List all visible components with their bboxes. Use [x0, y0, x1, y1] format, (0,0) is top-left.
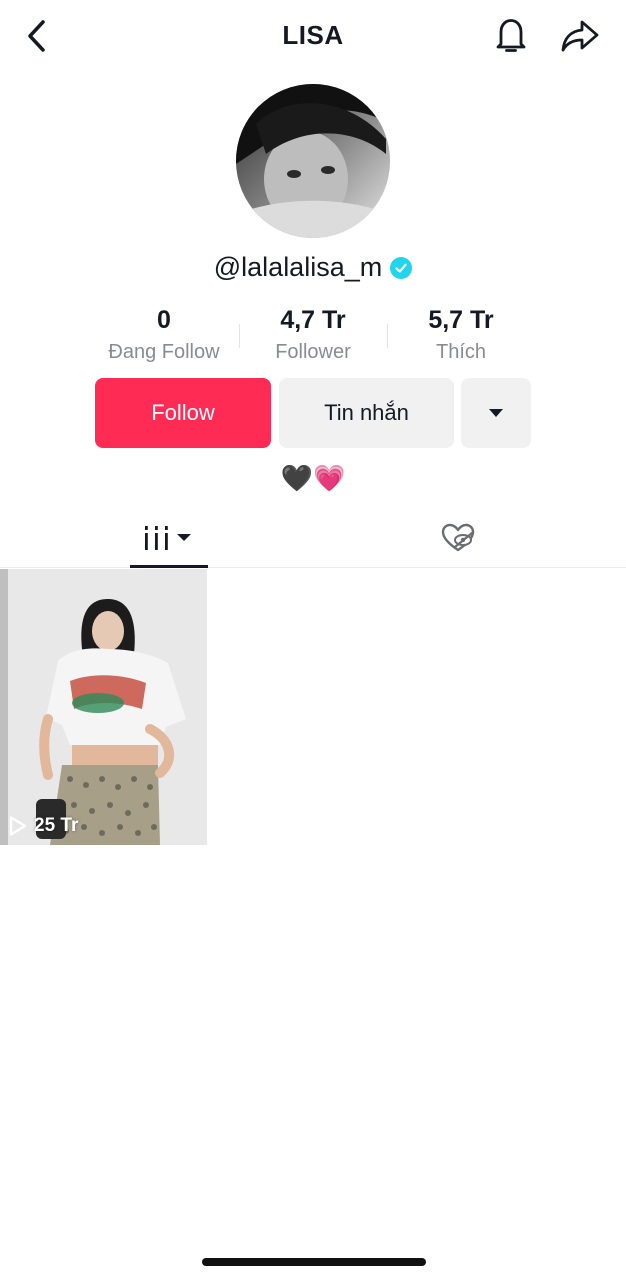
grid-bars-icon: [145, 526, 191, 550]
more-options-button[interactable]: [461, 378, 531, 448]
bio: 🖤💗: [0, 463, 626, 494]
message-button[interactable]: Tin nhắn: [279, 378, 454, 448]
notification-button[interactable]: [490, 14, 532, 56]
black-heart-emoji: 🖤: [280, 463, 313, 493]
play-outline-icon: [9, 816, 27, 836]
avatar[interactable]: [236, 84, 390, 238]
view-count-text: 25 Tr: [34, 815, 79, 836]
video-thumbnail-image: [0, 569, 207, 845]
video-view-count: 25 Tr: [8, 815, 78, 837]
caret-down-icon: [489, 409, 503, 417]
share-arrow-icon: [561, 20, 599, 52]
handle-row: @lalalalisa_m: [0, 252, 626, 283]
video-thumbnail[interactable]: 25 Tr: [0, 569, 207, 845]
content-tabs: [0, 508, 626, 568]
page-title: LISA: [282, 20, 344, 50]
stat-label: Follower: [275, 341, 351, 363]
tab-videos[interactable]: [130, 508, 208, 568]
share-button[interactable]: [558, 14, 602, 58]
follow-button[interactable]: Follow: [95, 378, 271, 448]
bell-icon: [496, 19, 526, 52]
home-indicator[interactable]: [202, 1258, 426, 1266]
stat-value: 4,7 Tr: [280, 306, 346, 334]
profile-stats: 0 Đang Follow 4,7 Tr Follower 5,7 Tr Thí…: [90, 306, 536, 370]
pink-heart-emoji: 💗: [313, 463, 346, 493]
verified-badge-icon: [390, 256, 413, 279]
heart-hidden-icon: [441, 523, 475, 552]
stat-following[interactable]: 0 Đang Follow: [90, 306, 238, 364]
username-handle: @lalalalisa_m: [213, 252, 383, 282]
top-bar: LISA: [0, 0, 626, 72]
active-tab-indicator: [130, 565, 208, 568]
stat-value: 0: [157, 306, 171, 334]
stat-likes[interactable]: 5,7 Tr Thích: [387, 306, 535, 364]
stat-followers[interactable]: 4,7 Tr Follower: [239, 306, 387, 364]
tab-liked[interactable]: [428, 508, 488, 568]
stat-label: Thích: [435, 341, 487, 363]
avatar-photo: [236, 84, 390, 238]
stat-value: 5,7 Tr: [428, 306, 494, 334]
stat-label: Đang Follow: [108, 341, 220, 363]
